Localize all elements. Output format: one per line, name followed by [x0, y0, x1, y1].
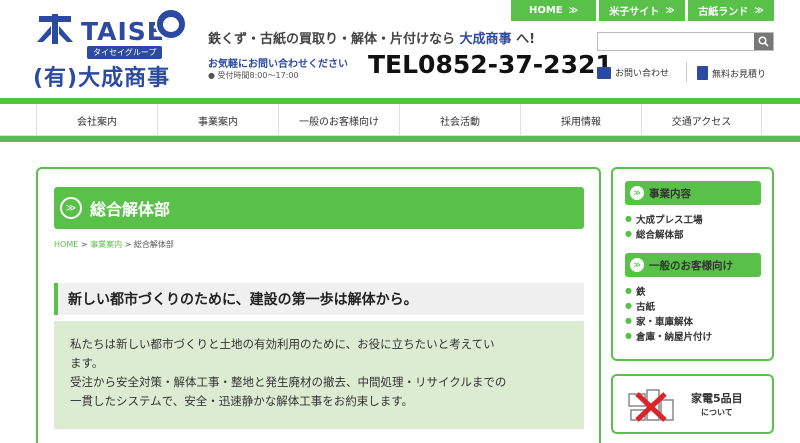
estimate-label: 無料お見積り: [712, 69, 767, 80]
estimate-link[interactable]: 無料お見積り: [697, 66, 766, 80]
lead-line: ます。: [70, 356, 104, 370]
breadcrumb-home[interactable]: HOME: [54, 240, 78, 249]
breadcrumb-parent[interactable]: 事業案内: [90, 240, 122, 249]
chevron-right-icon: ≫: [665, 5, 675, 16]
search-icon: [758, 36, 769, 47]
bullet-icon: ●: [625, 229, 632, 238]
main-content: ≫ 総合解体部 HOME > 事業案内 > 総合解体部 新しい都市づくりのために…: [36, 167, 601, 443]
search-button[interactable]: [754, 33, 773, 50]
banner-subtitle: について: [701, 408, 733, 417]
bullet-icon: ●: [625, 286, 632, 295]
site-logo[interactable]: TAISEI タイセイグループ (有)大成商事: [33, 8, 188, 91]
nav-item-recruit[interactable]: 採用情報: [520, 104, 641, 136]
sidebar-list-general: ● 鉄 ● 古紙 ● 家・車庫解体 ● 倉庫・納屋片付け: [625, 283, 712, 343]
breadcrumb-sep: >: [78, 240, 91, 249]
tagline-company: 大成商事: [459, 32, 512, 47]
home-link[interactable]: HOME ≫: [511, 0, 596, 21]
sidebar-item-label: 総合解体部: [635, 229, 684, 241]
sidebar-heading-business: ≫ 事業内容: [625, 181, 761, 205]
sidebar-item-label: 倉庫・納屋片付け: [635, 331, 712, 343]
page-title: 総合解体部: [90, 200, 171, 219]
banner-title: 家電5品目: [691, 392, 743, 405]
bullet-icon: ●: [625, 301, 632, 310]
sidebar-item-label: 鉄: [635, 286, 646, 298]
sidebar-heading-label: 一般のお客様向け: [649, 259, 733, 272]
sidebar: ≫ 事業内容 ● 大成プレス工場 ● 総合解体部 ≫ 一般のお客様向け ● 鉄 ● 古紙…: [611, 167, 774, 361]
chevron-right-icon: ≫: [754, 5, 764, 16]
yonago-site-label: 米子サイト: [609, 7, 660, 18]
mail-icon: [597, 66, 611, 79]
bullet-icon: ●: [625, 331, 632, 340]
tagline-prefix: 鉄くず・古紙の買取り・解体・片付けなら: [208, 32, 460, 47]
sidebar-item-demolition[interactable]: ● 総合解体部: [625, 226, 703, 241]
kobutsu-land-label: 古紙ランド: [698, 7, 749, 18]
logo-mark-icon: [37, 14, 73, 44]
sidebar-heading-label: 事業内容: [649, 187, 691, 200]
inquiry-label: お問い合わせ: [615, 69, 670, 79]
contact-lead: お気軽にお問い合わせください: [208, 59, 348, 70]
lead-line: 私たちは新しい都市づくりと土地の有効利用のために、お役に立ちたいと考えてい: [70, 337, 495, 351]
double-chevron-icon: ≫: [630, 258, 644, 272]
sidebar-item-label: 大成プレス工場: [635, 214, 703, 226]
tagline-suffix: へ!: [511, 32, 536, 47]
document-icon: [697, 66, 708, 80]
nav-item-business[interactable]: 事業案内: [157, 104, 278, 136]
breadcrumb-sep: >: [122, 240, 134, 249]
nav-item-social[interactable]: 社会活動: [399, 104, 520, 136]
mascot-icon: [155, 8, 187, 40]
global-nav: 会社案内 事業案内 一般のお客様向け 社会活動 採用情報 交通アクセス: [0, 104, 800, 136]
bullet-icon: ●: [625, 214, 632, 223]
sidebar-list-business: ● 大成プレス工場 ● 総合解体部: [625, 211, 703, 241]
lead-text: 私たちは新しい都市づくりと土地の有効利用のために、お役に立ちたいと考えてい ます…: [54, 321, 584, 429]
sidebar-item-paper[interactable]: ● 古紙: [625, 298, 712, 313]
yonago-site-link[interactable]: 米子サイト ≫: [599, 0, 685, 21]
nav-item-access[interactable]: 交通アクセス: [641, 104, 762, 136]
nav-bottom-bar: [0, 136, 800, 142]
search-input[interactable]: [598, 33, 754, 50]
lead-line: 受注から安全対策・解体工事・整地と発生廃材の撤去、中間処理・リサイクルまでの: [70, 375, 507, 389]
home-link-label: HOME: [528, 5, 563, 16]
nav-item-general-customers[interactable]: 一般のお客様向け: [278, 104, 399, 136]
lead-line: 一貫したシステムで、安全・迅速静かな解体工事をお約束します。: [70, 394, 414, 408]
breadcrumb: HOME > 事業案内 > 総合解体部: [54, 239, 174, 250]
sidebar-item-iron[interactable]: ● 鉄: [625, 283, 712, 298]
logo-group-label: タイセイグループ: [87, 46, 163, 59]
sidebar-item-label: 古紙: [635, 301, 655, 313]
sidebar-heading-general: ≫ 一般のお客様向け: [625, 253, 761, 277]
page-title-bar: ≫ 総合解体部: [54, 187, 584, 229]
inquiry-link[interactable]: お問い合わせ: [597, 66, 669, 79]
search-box: [597, 32, 774, 51]
sidebar-item-house-demolition[interactable]: ● 家・車庫解体: [625, 313, 712, 328]
kobutsu-land-link[interactable]: 古紙ランド ≫: [688, 0, 774, 21]
sidebar-item-storage-cleanup[interactable]: ● 倉庫・納屋片付け: [625, 328, 712, 343]
phone-number[interactable]: TEL0852-37-2321: [368, 50, 613, 79]
breadcrumb-current: 総合解体部: [133, 240, 174, 249]
section-title: 新しい都市づくりのために、建設の第一歩は解体から。: [54, 283, 584, 315]
sidebar-item-label: 家・車庫解体: [635, 316, 693, 328]
business-hours: ● 受付時間8:00～17:00: [208, 71, 299, 80]
header-tagline: 鉄くず・古紙の買取り・解体・片付けなら 大成商事 へ!: [208, 28, 535, 47]
nav-item-company[interactable]: 会社案内: [36, 104, 157, 136]
chevron-right-icon: ≫: [568, 5, 579, 16]
appliances-prohibited-icon: [628, 389, 674, 422]
double-chevron-icon: ≫: [630, 186, 644, 200]
double-chevron-icon: ≫: [60, 197, 82, 219]
divider: [686, 62, 687, 82]
top-nav: HOME ≫ 米子サイト ≫ 古紙ランド ≫: [511, 0, 774, 21]
sidebar-item-press-factory[interactable]: ● 大成プレス工場: [625, 211, 703, 226]
appliance-banner[interactable]: 家電5品目 について: [611, 374, 774, 434]
bullet-icon: ●: [625, 316, 632, 325]
logo-company-name: (有)大成商事: [33, 66, 171, 91]
